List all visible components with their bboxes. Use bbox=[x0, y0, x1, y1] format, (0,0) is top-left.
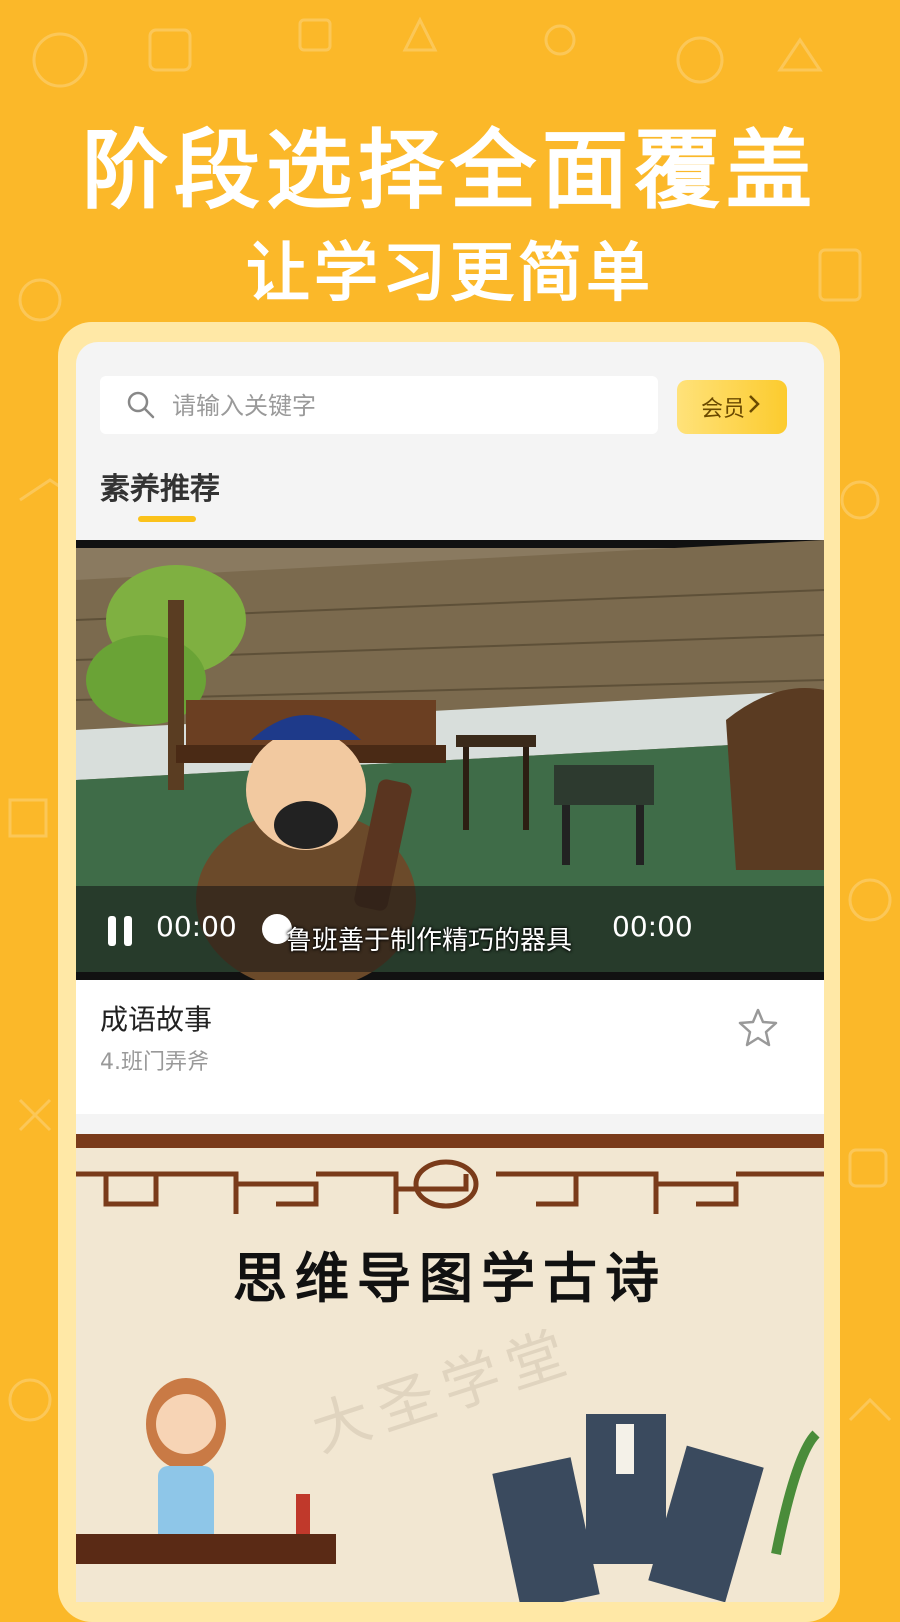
member-button-label: 会员 bbox=[700, 397, 745, 422]
chevron-right-icon bbox=[745, 393, 763, 421]
card-title: 成语故事 bbox=[100, 1003, 213, 1036]
star-outline-icon[interactable] bbox=[736, 1006, 780, 1054]
subline: 让学习更简单 bbox=[246, 237, 654, 311]
video-player[interactable]: 00:00 鲁班善于制作精巧的器具 00:00 bbox=[76, 540, 824, 980]
video-subtitle: 鲁班善于制作精巧的器具 bbox=[286, 926, 573, 956]
current-time: 00:00 bbox=[156, 910, 237, 943]
total-time: 00:00 bbox=[612, 910, 693, 943]
tab-underline bbox=[138, 516, 196, 522]
video-controls: 00:00 鲁班善于制作精巧的器具 00:00 bbox=[76, 886, 824, 972]
pause-icon[interactable] bbox=[106, 914, 136, 952]
search-bar[interactable] bbox=[100, 376, 658, 436]
card-subtitle: 4.班门弄斧 bbox=[100, 1050, 209, 1075]
search-input[interactable] bbox=[170, 376, 634, 436]
poetry-banner[interactable]: 大圣学堂 思维导图学古诗 bbox=[76, 1134, 824, 1602]
app-screen: 会员 素养推荐 bbox=[76, 342, 824, 1602]
search-icon bbox=[126, 390, 156, 424]
member-button[interactable]: 会员 bbox=[677, 380, 787, 434]
video-card[interactable]: 成语故事 4.班门弄斧 bbox=[76, 980, 824, 1114]
banner-title: 思维导图学古诗 bbox=[233, 1246, 667, 1310]
section-title[interactable]: 素养推荐 bbox=[100, 464, 220, 508]
headline: 阶段选择全面覆盖 bbox=[82, 121, 818, 221]
